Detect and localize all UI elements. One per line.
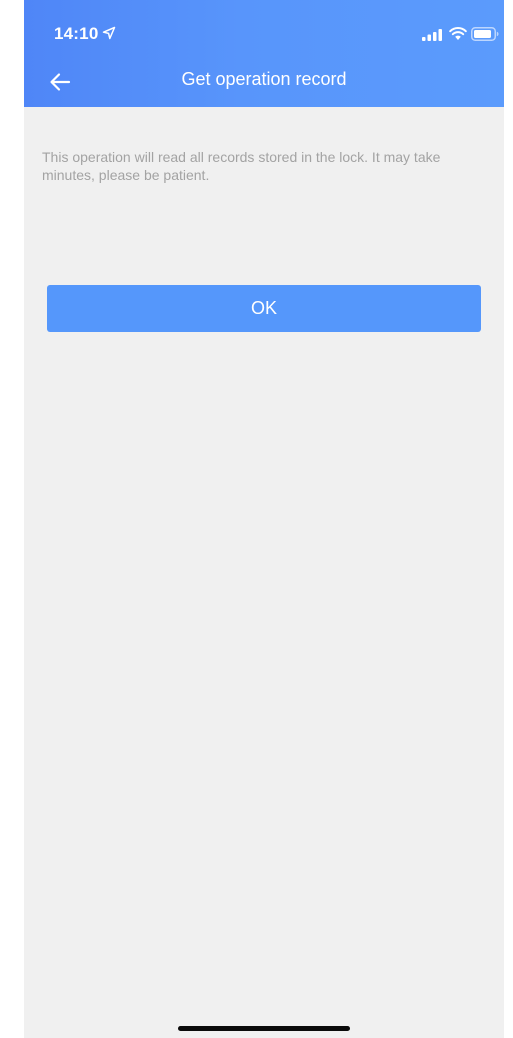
- ok-button[interactable]: OK: [47, 285, 481, 332]
- phone-screen: 14:10 Get operation record This operatio…: [24, 0, 504, 1038]
- operation-description: This operation will read all records sto…: [42, 149, 441, 183]
- status-bar: 14:10: [24, 0, 504, 56]
- navigation-bar: Get operation record: [24, 56, 504, 107]
- cellular-signal-icon: [422, 29, 442, 41]
- app-header: 14:10 Get operation record: [24, 0, 504, 107]
- location-arrow-icon: [102, 26, 116, 40]
- home-indicator: [178, 1026, 350, 1031]
- wifi-icon: [449, 27, 467, 40]
- status-time: 14:10: [54, 24, 99, 43]
- battery-icon: [471, 27, 499, 41]
- page-title: Get operation record: [181, 69, 347, 89]
